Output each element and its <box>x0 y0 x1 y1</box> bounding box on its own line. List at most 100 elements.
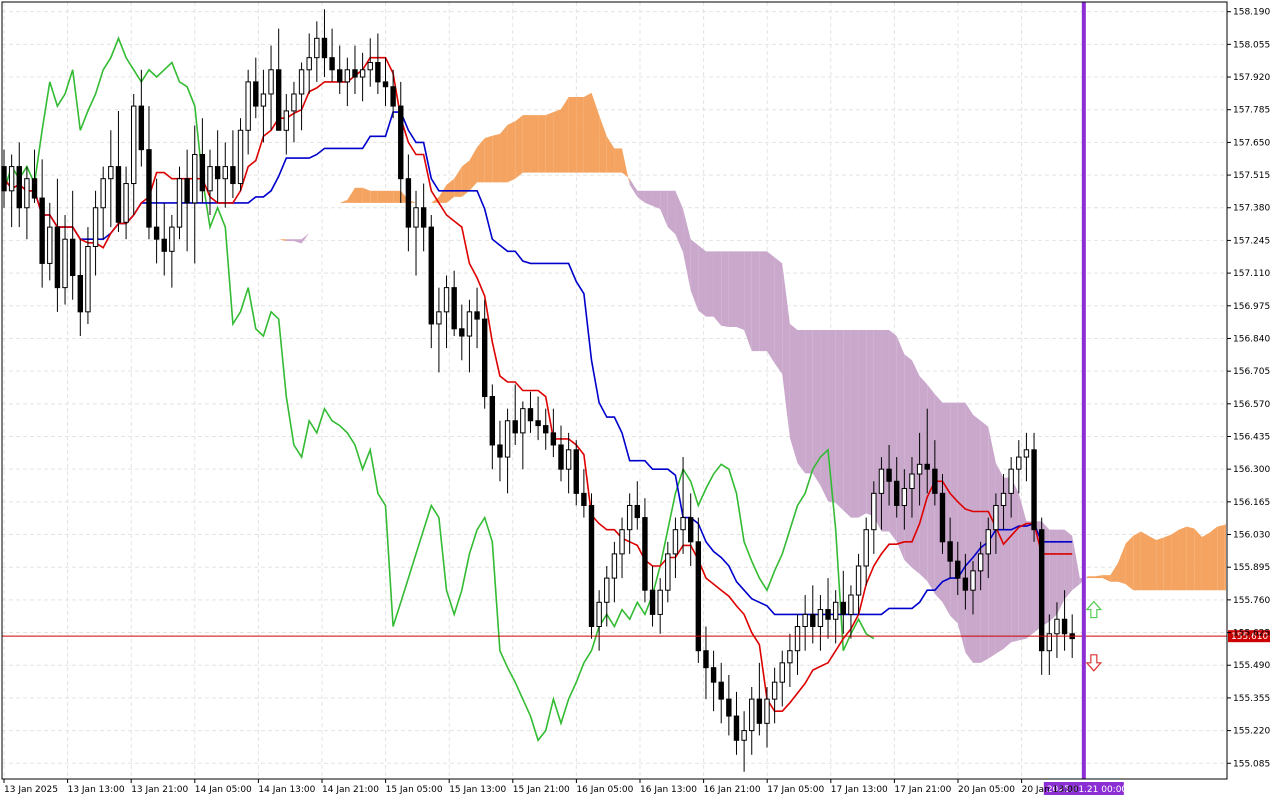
candle-bull <box>222 166 228 180</box>
candle-bear <box>695 541 702 652</box>
y-tick-label: 157.110 <box>1233 269 1270 279</box>
cloud-segment-bear <box>881 329 890 532</box>
candle-bear <box>481 318 488 398</box>
candle-bear <box>512 420 518 434</box>
x-tick-label: 13 Jan 13:00 <box>68 785 125 795</box>
candle-bear <box>894 480 900 506</box>
candle-bull <box>291 93 297 112</box>
candle-bull <box>207 166 213 192</box>
candle-bear <box>649 589 656 615</box>
candle-bear <box>1061 618 1068 635</box>
cloud-segment-bear <box>728 251 737 327</box>
cloud-segment-bear <box>751 251 760 352</box>
candle-bull <box>878 468 885 494</box>
x-tick-label: 16 Jan 21:00 <box>704 785 761 795</box>
candle-bear <box>939 492 946 543</box>
cloud-segment-bear <box>774 257 783 375</box>
y-tick-label: 158.055 <box>1233 40 1270 50</box>
cloud-segment-bull <box>385 190 394 203</box>
cloud-segment-bull <box>1148 535 1157 591</box>
candle-bear <box>459 328 465 337</box>
cloud-segment-bear <box>736 251 745 330</box>
candle-bull <box>359 69 366 78</box>
y-tick-label: 156.570 <box>1233 400 1270 410</box>
candle-bear <box>352 69 358 78</box>
candle-bear <box>932 468 938 494</box>
candle-bull <box>24 178 30 209</box>
cloud-segment-bear <box>767 251 775 364</box>
candle-bull <box>1016 456 1022 470</box>
cloud-segment-bull <box>545 112 554 173</box>
cloud-segment-bear <box>805 329 813 474</box>
cloud-segment-bear <box>1026 521 1035 639</box>
candle-bull <box>619 529 625 555</box>
candle-bull <box>802 613 808 628</box>
candle-bear <box>214 166 221 180</box>
candle-bull <box>314 37 320 59</box>
candle-bear <box>718 681 724 700</box>
cloud-segment-bull <box>1186 526 1195 591</box>
candle-bear <box>199 153 206 192</box>
candle-bear <box>398 105 404 180</box>
candle-bear <box>253 81 259 107</box>
candle-bull <box>832 601 839 620</box>
y-tick-label: 158.190 <box>1233 8 1270 18</box>
candle-bull <box>855 565 862 596</box>
cloud-segment-bull <box>1133 531 1141 591</box>
candle-bear <box>573 449 579 494</box>
x-tick-label: 13 Jan 2025 <box>4 785 58 795</box>
cloud-segment-bull <box>1194 528 1202 591</box>
candle-bull <box>8 166 15 192</box>
x-tick-label: 13 Jan 21:00 <box>131 785 188 795</box>
cloud-segment-bear <box>866 329 874 517</box>
x-tick-label: 17 Jan 21:00 <box>894 785 951 795</box>
candle-bull <box>1054 618 1060 635</box>
cloud-segment-bear <box>843 329 851 518</box>
candle-bear <box>733 715 740 741</box>
cloud-segment-bull <box>1209 526 1218 591</box>
candle-bull <box>123 183 129 223</box>
ichimoku-chart: 155.6102025.01.21 00:00 158.190158.05515… <box>0 0 1280 800</box>
candle-bull <box>993 504 999 531</box>
cloud-segment-bull <box>614 148 623 173</box>
candle-bear <box>69 238 76 277</box>
cloud-segment-bull <box>1156 537 1164 591</box>
candle-bull <box>787 650 793 664</box>
candle-bear <box>31 178 38 199</box>
candle-bear <box>756 698 763 724</box>
candle-bear <box>184 178 190 204</box>
candle-bull <box>657 589 663 615</box>
x-tick-label: 20 Jan 05:00 <box>958 785 1015 795</box>
candle-bear <box>962 577 969 591</box>
cloud-segment-bull <box>568 97 577 173</box>
cloud-segment-bull <box>499 124 508 183</box>
candle-bull <box>672 529 679 555</box>
candle-bear <box>146 149 152 228</box>
candle-bear <box>947 541 953 562</box>
cloud-segment-bear <box>919 375 928 582</box>
candle-bull <box>863 529 869 567</box>
cloud-segment-bear <box>713 251 722 326</box>
candle-bull <box>749 698 755 732</box>
x-tick-label: 17 Jan 13:00 <box>831 785 888 795</box>
cloud-segment-bull <box>1171 529 1180 591</box>
candle-bull <box>1008 468 1014 494</box>
cloud-segment-bull <box>377 190 386 203</box>
y-tick-label: 155.760 <box>1233 596 1270 606</box>
cloud-segment-bear <box>705 251 714 317</box>
candle-bear <box>161 238 167 252</box>
candle-bull <box>916 463 923 475</box>
candle-bull <box>47 226 53 264</box>
cloud-segment-bear <box>995 463 1004 654</box>
candle-bear <box>497 444 503 458</box>
cloud-segment-bull <box>1224 523 1226 591</box>
cloud-segment-bull <box>393 190 401 203</box>
y-tick-label: 155.490 <box>1233 661 1270 671</box>
candle-bull <box>466 311 473 337</box>
cloud-segment-bull <box>1201 532 1210 591</box>
cloud-segment-bear <box>858 329 867 518</box>
candle-bull <box>741 730 747 741</box>
cloud-segment-bear <box>965 402 974 663</box>
y-tick-label: 156.435 <box>1233 432 1270 442</box>
cloud-segment-bear <box>850 329 859 518</box>
